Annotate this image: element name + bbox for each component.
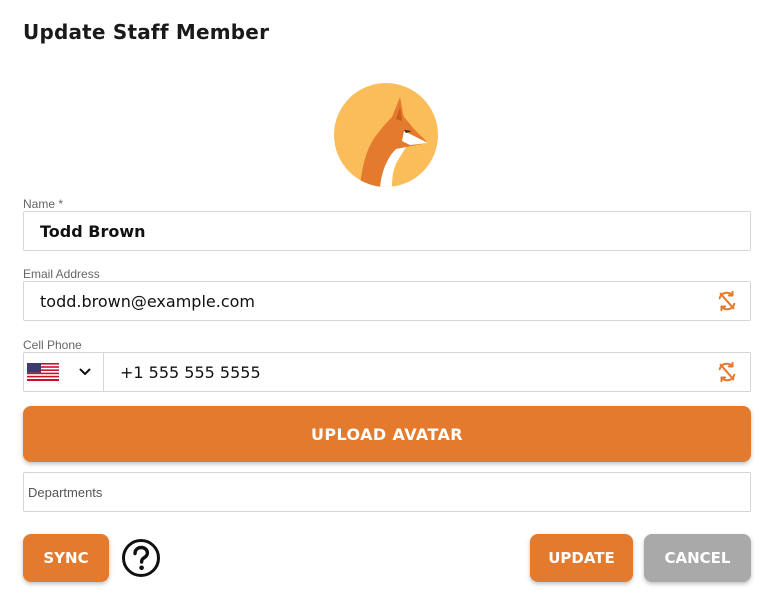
country-select[interactable]	[24, 353, 104, 391]
email-field[interactable]: todd.brown@example.com	[23, 281, 751, 321]
phone-value: +1 555 555 5555	[120, 362, 261, 382]
fox-avatar-icon	[334, 83, 438, 187]
sync-off-icon[interactable]	[714, 288, 740, 314]
email-value: todd.brown@example.com	[40, 291, 255, 311]
name-field[interactable]: Todd Brown	[23, 211, 751, 251]
avatar[interactable]	[334, 83, 438, 187]
phone-field[interactable]: +1 555 555 5555	[23, 352, 751, 392]
name-value: Todd Brown	[40, 221, 146, 241]
update-button[interactable]: UPDATE	[530, 534, 633, 582]
cancel-button[interactable]: CANCEL	[644, 534, 751, 582]
name-label: Name *	[23, 197, 64, 211]
chevron-down-icon	[79, 368, 91, 375]
email-label: Email Address	[23, 267, 100, 281]
sync-off-icon[interactable]	[714, 359, 740, 385]
departments-input[interactable]	[23, 472, 751, 512]
us-flag-icon	[27, 363, 59, 381]
phone-label: Cell Phone	[23, 338, 82, 352]
dialog-title: Update Staff Member	[23, 20, 270, 44]
sync-button[interactable]: SYNC	[23, 534, 109, 582]
update-staff-dialog: Update Staff Member Name * Todd Brown Em…	[0, 0, 769, 593]
question-circle-icon[interactable]	[121, 538, 161, 578]
upload-avatar-button[interactable]: UPLOAD AVATAR	[23, 406, 751, 462]
